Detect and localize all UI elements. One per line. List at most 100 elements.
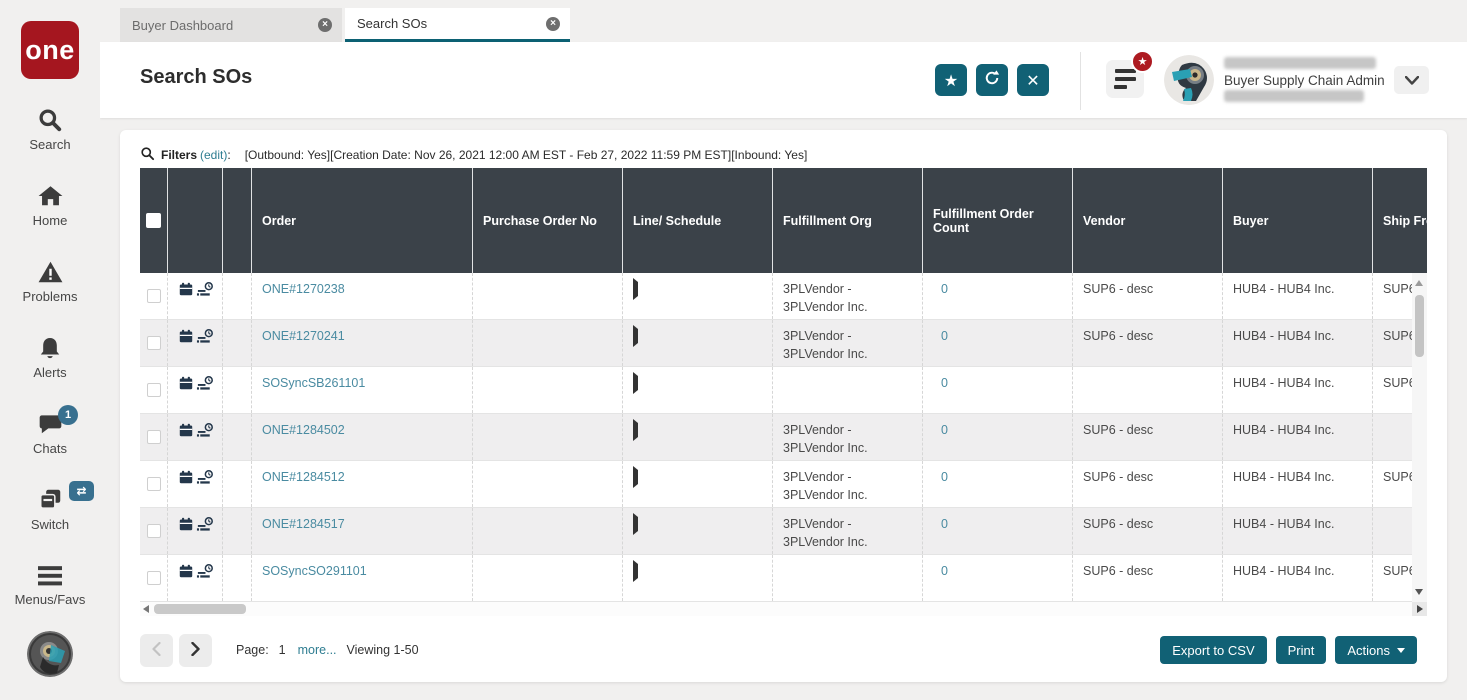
refresh-button[interactable]: [976, 64, 1008, 96]
row-checkbox[interactable]: [146, 383, 161, 397]
tab-buyer-dashboard[interactable]: Buyer Dashboard ×: [120, 8, 342, 42]
print-button[interactable]: Print: [1275, 636, 1327, 664]
actions-button[interactable]: Actions: [1335, 636, 1417, 664]
order-history-icon[interactable]: [196, 375, 214, 398]
tab-close-icon[interactable]: ×: [546, 16, 560, 31]
sidebar-item-switch[interactable]: Switch ⇄: [0, 471, 100, 547]
select-all-checkbox[interactable]: [146, 213, 161, 228]
more-pages-link[interactable]: more...: [298, 643, 337, 657]
horizontal-scrollbar[interactable]: [140, 602, 1427, 616]
fulfillment-order-count-link[interactable]: 0: [941, 423, 948, 437]
scroll-left-icon[interactable]: [143, 605, 149, 613]
table-row[interactable]: SOSyncSO291101 0 SUP6 - desc HUB4 - HUB4…: [140, 555, 1427, 602]
row-icons-cell: [168, 273, 223, 319]
order-history-icon[interactable]: [196, 469, 214, 492]
row-checkbox[interactable]: [146, 289, 161, 303]
sidebar-item-home[interactable]: Home: [0, 167, 100, 243]
expand-row-icon[interactable]: [633, 278, 638, 300]
user-avatar[interactable]: [1164, 55, 1214, 105]
actions-button-label: Actions: [1347, 642, 1390, 658]
expand-row-icon[interactable]: [633, 372, 638, 394]
filters-edit-link[interactable]: (edit): [200, 148, 227, 162]
scroll-right-button[interactable]: [1412, 602, 1427, 616]
order-history-icon[interactable]: [196, 422, 214, 445]
row-checkbox[interactable]: [146, 336, 161, 350]
fulfillment-order-count-link[interactable]: 0: [941, 329, 948, 343]
prev-page-button[interactable]: [140, 633, 173, 667]
column-header-fulfillment-org[interactable]: Fulfillment Org: [773, 168, 923, 273]
order-link[interactable]: SOSyncSO291101: [262, 564, 367, 578]
horizontal-scrollbar-thumb[interactable]: [154, 604, 246, 614]
sidebar-bottom-avatar[interactable]: [0, 631, 100, 677]
fulfillment-order-count-link[interactable]: 0: [941, 470, 948, 484]
order-link[interactable]: ONE#1270238: [262, 282, 345, 296]
table-row[interactable]: ONE#1284502 3PLVendor - 3PLVendor Inc. 0…: [140, 414, 1427, 461]
export-to-csv-button[interactable]: Export to CSV: [1160, 636, 1267, 664]
order-link[interactable]: ONE#1284512: [262, 470, 345, 484]
vertical-scrollbar-thumb[interactable]: [1415, 295, 1424, 357]
order-history-icon[interactable]: [196, 516, 214, 539]
sidebar-item-search[interactable]: Search: [0, 91, 100, 167]
tab-search-sos[interactable]: Search SOs ×: [345, 8, 570, 42]
scroll-down-icon[interactable]: [1415, 589, 1423, 595]
user-menu-caret-button[interactable]: [1394, 66, 1429, 94]
table-row[interactable]: SOSyncSB261101 0 HUB4 - HUB4 Inc. SUP6: [140, 367, 1427, 414]
column-header-buyer[interactable]: Buyer: [1223, 168, 1373, 273]
order-link[interactable]: ONE#1270241: [262, 329, 345, 343]
tab-close-icon[interactable]: ×: [318, 18, 332, 32]
quick-menu-button[interactable]: ★: [1106, 50, 1154, 98]
column-header-fulfillment-order-count[interactable]: Fulfillment Order Count: [923, 168, 1073, 273]
next-page-button[interactable]: [179, 633, 212, 667]
order-details-icon[interactable]: [178, 563, 194, 584]
switch-badge-icon: ⇄: [69, 481, 94, 501]
search-icon: [140, 146, 155, 164]
row-checkbox[interactable]: [146, 524, 161, 538]
expand-row-icon[interactable]: [633, 325, 638, 347]
order-history-icon[interactable]: [196, 281, 214, 304]
expand-row-icon[interactable]: [633, 466, 638, 488]
sidebar-item-problems[interactable]: Problems: [0, 243, 100, 319]
row-checkbox[interactable]: [146, 571, 161, 585]
order-link[interactable]: ONE#1284502: [262, 423, 345, 437]
row-spacer-cell: [223, 508, 252, 554]
order-details-icon[interactable]: [178, 516, 194, 537]
fulfillment-order-count-link[interactable]: 0: [941, 517, 948, 531]
column-header-purchase-order-no[interactable]: Purchase Order No: [473, 168, 623, 273]
column-header-order[interactable]: Order: [252, 168, 473, 273]
scroll-up-icon[interactable]: [1415, 280, 1423, 286]
column-header-vendor[interactable]: Vendor: [1073, 168, 1223, 273]
vertical-scrollbar[interactable]: [1412, 273, 1427, 602]
fulfillment-order-count-cell: 0: [923, 367, 1073, 413]
expand-row-icon[interactable]: [633, 560, 638, 582]
expand-row-icon[interactable]: [633, 419, 638, 441]
table-row[interactable]: ONE#1270238 3PLVendor - 3PLVendor Inc. 0…: [140, 273, 1427, 320]
order-link[interactable]: SOSyncSB261101: [262, 376, 365, 390]
sidebar-item-menus-favs[interactable]: Menus/Favs: [0, 547, 100, 623]
table-row[interactable]: ONE#1284512 3PLVendor - 3PLVendor Inc. 0…: [140, 461, 1427, 508]
order-history-icon[interactable]: [196, 328, 214, 351]
row-checkbox[interactable]: [146, 430, 161, 444]
order-details-icon[interactable]: [178, 469, 194, 490]
fulfillment-order-count-link[interactable]: 0: [941, 282, 948, 296]
one-logo[interactable]: one: [21, 21, 79, 79]
table-row[interactable]: ONE#1284517 3PLVendor - 3PLVendor Inc. 0…: [140, 508, 1427, 555]
table-row[interactable]: ONE#1270241 3PLVendor - 3PLVendor Inc. 0…: [140, 320, 1427, 367]
close-screen-button[interactable]: ✕: [1017, 64, 1049, 96]
row-checkbox[interactable]: [146, 477, 161, 491]
column-header-line-schedule[interactable]: Line/ Schedule: [623, 168, 773, 273]
sidebar-item-alerts[interactable]: Alerts: [0, 319, 100, 395]
sidebar-item-chats[interactable]: Chats 1: [0, 395, 100, 471]
order-history-icon[interactable]: [196, 563, 214, 586]
order-details-icon[interactable]: [178, 328, 194, 349]
column-header-ship-from[interactable]: Ship From: [1373, 168, 1427, 273]
order-details-icon[interactable]: [178, 281, 194, 302]
favorite-star-button[interactable]: ★: [935, 64, 967, 96]
fulfillment-order-count-link[interactable]: 0: [941, 564, 948, 578]
order-link[interactable]: ONE#1284517: [262, 517, 345, 531]
order-details-icon[interactable]: [178, 375, 194, 396]
expand-row-icon[interactable]: [633, 513, 638, 535]
order-cell: ONE#1270238: [252, 273, 473, 319]
order-details-icon[interactable]: [178, 422, 194, 443]
user-info[interactable]: Buyer Supply Chain Admin: [1224, 55, 1399, 106]
fulfillment-order-count-link[interactable]: 0: [941, 376, 948, 390]
